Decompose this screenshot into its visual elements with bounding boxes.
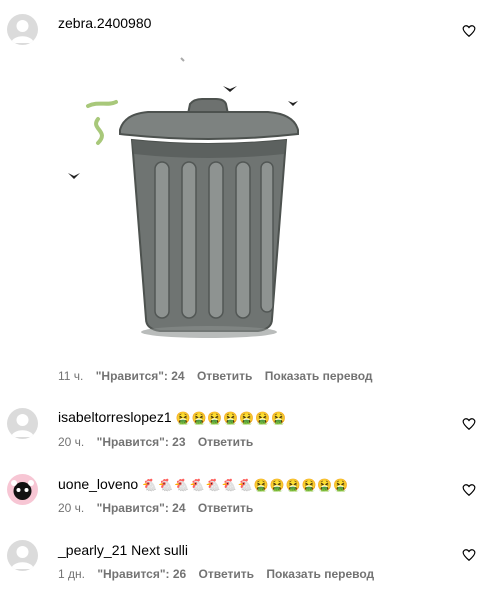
- avatar[interactable]: [7, 474, 38, 505]
- comment-time[interactable]: 1 дн.: [58, 567, 85, 581]
- reply-button[interactable]: Ответить: [199, 567, 254, 581]
- default-avatar-icon: [11, 414, 34, 437]
- comment-username: isabeltorreslopez1 🤮🤮🤮🤮🤮🤮🤮: [58, 409, 287, 425]
- comment-meta: 20 ч. "Нравится": 23 Ответить: [58, 435, 262, 449]
- reply-button[interactable]: Ответить: [198, 501, 253, 515]
- heart-outline-icon[interactable]: [462, 24, 476, 38]
- reply-button[interactable]: Ответить: [198, 435, 253, 449]
- comment-time[interactable]: 20 ч.: [58, 435, 84, 449]
- show-translation-button[interactable]: Показать перевод: [266, 567, 374, 581]
- trash-can-gif: [68, 57, 299, 338]
- fly-icon: [68, 173, 80, 179]
- comment-author[interactable]: uone_loveno: [58, 476, 138, 492]
- likes-count[interactable]: "Нравится": 24: [97, 501, 186, 515]
- default-avatar-icon: [11, 20, 34, 43]
- comment-meta: 11 ч. "Нравится": 24 Ответить Показать п…: [58, 369, 382, 383]
- show-translation-button[interactable]: Показать перевод: [265, 369, 373, 383]
- avatar[interactable]: [7, 540, 38, 571]
- comment-username[interactable]: zebra.2400980: [58, 15, 151, 31]
- comment-text: 🐔🐔🐔🐔🐔🐔🐔🤮🤮🤮🤮🤮🤮: [142, 478, 350, 492]
- comment-username: _pearly_21 Next sulli: [58, 542, 188, 558]
- comment-username: uone_loveno 🐔🐔🐔🐔🐔🐔🐔🤮🤮🤮🤮🤮🤮: [58, 476, 349, 492]
- user-avatar-image: [11, 480, 34, 500]
- comment-text: Next sulli: [131, 542, 188, 558]
- avatar[interactable]: [7, 408, 38, 439]
- default-avatar-icon: [11, 546, 34, 569]
- comment-author[interactable]: isabeltorreslopez1: [58, 409, 172, 425]
- comment-time[interactable]: 20 ч.: [58, 501, 84, 515]
- comment-meta: 1 дн. "Нравится": 26 Ответить Показать п…: [58, 567, 383, 581]
- likes-count[interactable]: "Нравится": 26: [97, 567, 186, 581]
- comment-time[interactable]: 11 ч.: [58, 369, 83, 383]
- likes-count[interactable]: "Нравится": 24: [96, 369, 185, 383]
- comment-meta: 20 ч. "Нравится": 24 Ответить: [58, 501, 262, 515]
- heart-outline-icon[interactable]: [462, 548, 476, 562]
- comment-text: 🤮🤮🤮🤮🤮🤮🤮: [175, 411, 288, 425]
- avatar[interactable]: [7, 14, 38, 45]
- heart-outline-icon[interactable]: [462, 417, 476, 431]
- reply-button[interactable]: Ответить: [197, 369, 252, 383]
- heart-outline-icon[interactable]: [462, 483, 476, 497]
- likes-count[interactable]: "Нравится": 23: [97, 435, 186, 449]
- comment-author[interactable]: _pearly_21: [58, 542, 127, 558]
- fly-icon: [288, 101, 298, 106]
- fly-icon: [223, 86, 237, 92]
